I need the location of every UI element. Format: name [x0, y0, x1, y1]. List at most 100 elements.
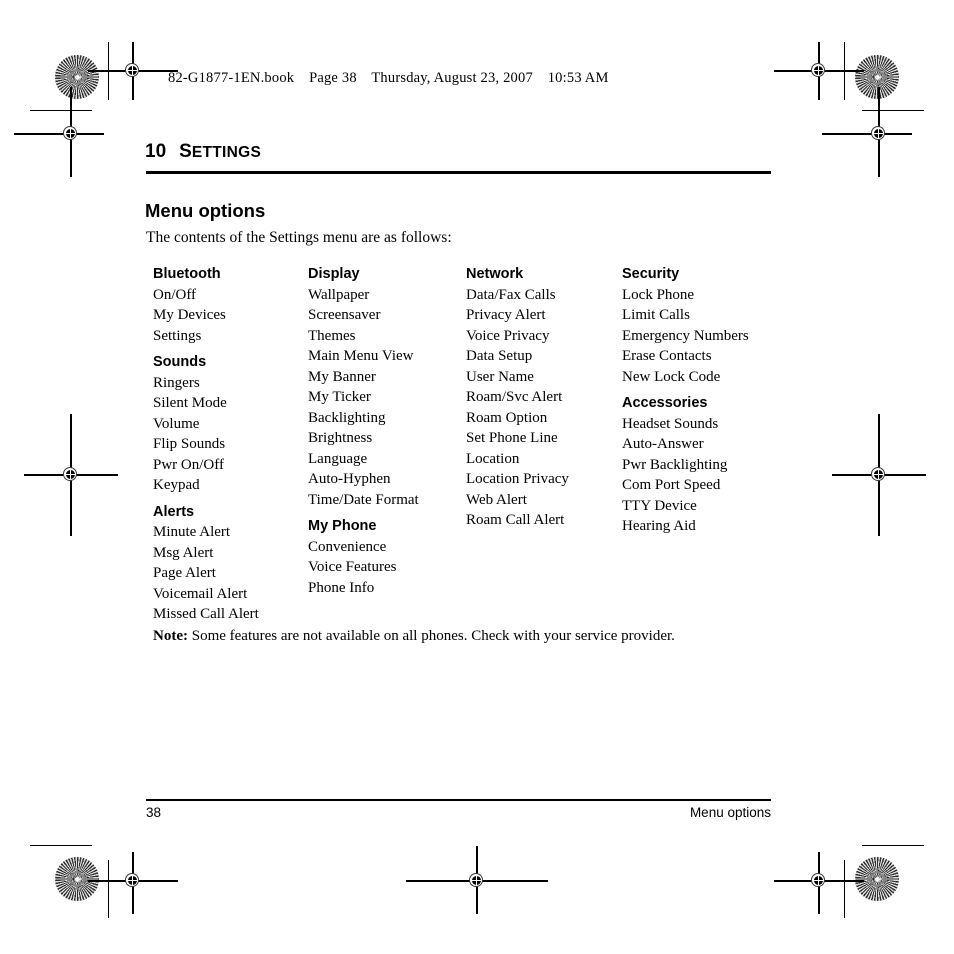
registration-dot [814, 66, 823, 75]
menu-item: Minute Alert [153, 524, 231, 540]
menu-item: Set Phone Line [466, 430, 558, 446]
menu-item: Phone Info [308, 579, 375, 596]
crosshair-horizontal [822, 133, 912, 135]
menu-group: Network Data/Fax Calls Privacy Alert Voice … [466, 264, 626, 531]
rosette-mark-bottom-left [55, 857, 99, 901]
rosette-mark-bottom-right [855, 857, 899, 901]
menu-item: Headset Sounds [622, 415, 719, 432]
chapter-name-initial: S [179, 141, 192, 162]
registration-mark-bottom-right [774, 852, 864, 914]
menu-item: Keypad [153, 477, 200, 493]
menu-item: Backlighting [308, 409, 386, 426]
menu-item: Location Privacy [466, 471, 569, 487]
trim-line-upper-left-horizontal [30, 110, 92, 112]
menu-group-title: Display [308, 266, 360, 282]
menu-item: Lock Phone [622, 286, 695, 303]
menu-item: My Ticker [308, 389, 371, 405]
menu-item: Data/Fax Calls [466, 286, 556, 303]
menu-item: Auto-Answer [622, 436, 704, 452]
menu-item: Voice Privacy [466, 327, 550, 344]
menu-item: Limit Calls [622, 307, 690, 323]
menu-item: Roam Call Alert [466, 512, 565, 528]
header-date: Thursday, August 23, 2007 [371, 70, 533, 86]
menu-item: TTY Device [622, 497, 697, 514]
menu-item: Ringers [153, 374, 200, 391]
menu-item: Missed Call Alert [153, 606, 259, 622]
menu-item: Wallpaper [308, 286, 370, 303]
menu-item: Data Setup [466, 348, 533, 364]
menu-item: Silent Mode [153, 395, 227, 411]
menu-item: Roam Option [466, 409, 548, 426]
rosette-mark-top-right [855, 55, 899, 99]
menu-column-1: Bluetooth On/Off My Devices Settings Sounds R… [153, 264, 313, 625]
note-line: Note: Some features are not available on… [153, 628, 675, 645]
menu-item: Emergency Numbers [622, 327, 749, 344]
note-text: Some features are not available on all p… [191, 628, 675, 644]
menu-item: Pwr On/Off [153, 456, 224, 473]
trim-line-upper-right-horizontal [862, 110, 924, 112]
chapter-divider-rule [146, 171, 771, 174]
registration-dot [128, 66, 137, 75]
menu-item: Main Menu View [308, 348, 414, 364]
menu-item: Hearing Aid [622, 518, 696, 534]
trim-line-bottom-left-vertical [108, 860, 110, 918]
menu-item: Erase Contacts [622, 348, 712, 364]
registration-dot [874, 470, 883, 479]
menu-item: Settings [153, 327, 202, 344]
trim-line-lower-right-horizontal [862, 845, 924, 847]
registration-mark-upper-left-inner [14, 87, 104, 177]
menu-item: Auto-Hyphen [308, 471, 391, 487]
menu-group-title: Accessories [622, 395, 708, 411]
registration-mark-upper-right-inner [822, 87, 912, 177]
note-label: Note: [153, 628, 188, 644]
menu-column-3: Network Data/Fax Calls Privacy Alert Voice … [466, 264, 626, 531]
menu-item: New Lock Code [622, 368, 721, 385]
menu-item: Time/Date Format [308, 491, 419, 508]
registration-mark-bottom-center [406, 846, 548, 914]
menu-item: Screensaver [308, 307, 381, 323]
menu-item: Web Alert [466, 491, 527, 508]
registration-dot [814, 876, 823, 885]
chapter-number: 10 [145, 141, 167, 162]
menu-item: My Devices [153, 307, 226, 323]
menu-group: Alerts Minute Alert Msg Alert Page Alert Voi… [153, 502, 313, 625]
menu-column-4: Security Lock Phone Limit Calls Emergency N… [622, 264, 782, 537]
book-file-header: 82-G1877-1EN.book Page 38 Thursday, Augu… [168, 70, 609, 87]
header-time: 10:53 AM [547, 70, 609, 86]
menu-group: Security Lock Phone Limit Calls Emergency N… [622, 264, 782, 387]
chapter-name-remainder: ETTINGS [191, 144, 262, 161]
menu-item: My Banner [308, 368, 376, 385]
menu-group-title: Security [622, 266, 680, 282]
registration-dot [66, 129, 75, 138]
registration-dot [66, 470, 75, 479]
menu-item: Roam/Svc Alert [466, 389, 563, 405]
menu-group: My Phone Convenience Voice Features Phone I… [308, 516, 468, 598]
menu-item: On/Off [153, 286, 197, 303]
trim-line-lower-left-horizontal [30, 845, 92, 847]
menu-group-title: Bluetooth [153, 266, 221, 282]
menu-group: Bluetooth On/Off My Devices Settings [153, 264, 313, 346]
menu-item: Privacy Alert [466, 307, 546, 323]
registration-mark-bottom-left [88, 852, 178, 914]
menu-group-title: Alerts [153, 503, 195, 520]
menu-item: Pwr Backlighting [622, 456, 728, 473]
menu-group: Sounds Ringers Silent Mode Volume Flip Sound… [153, 352, 313, 496]
menu-group-title: Network [466, 266, 524, 282]
menu-item: Voicemail Alert [153, 585, 248, 602]
trim-line-bottom-right-vertical [844, 860, 846, 918]
rosette-mark-top-left [55, 55, 99, 99]
menu-item: Voice Features [308, 559, 397, 575]
menu-group: Display Wallpaper Screensaver Themes Main Me… [308, 264, 468, 510]
menu-item: Language [308, 450, 368, 467]
footer-divider-rule [146, 799, 771, 801]
crosshair-horizontal [14, 133, 104, 135]
registration-mark-top-right [774, 42, 864, 100]
menu-item: User Name [466, 368, 534, 385]
menu-item: Com Port Speed [622, 477, 721, 493]
menu-item: Volume [153, 415, 200, 432]
registration-dot [472, 876, 481, 885]
menu-group: Accessories Headset Sounds Auto-Answer Pwr … [622, 393, 782, 537]
registration-mark-middle-left [24, 414, 118, 536]
registration-mark-middle-right [832, 414, 926, 536]
footer-section-name: Menu options [689, 805, 771, 820]
